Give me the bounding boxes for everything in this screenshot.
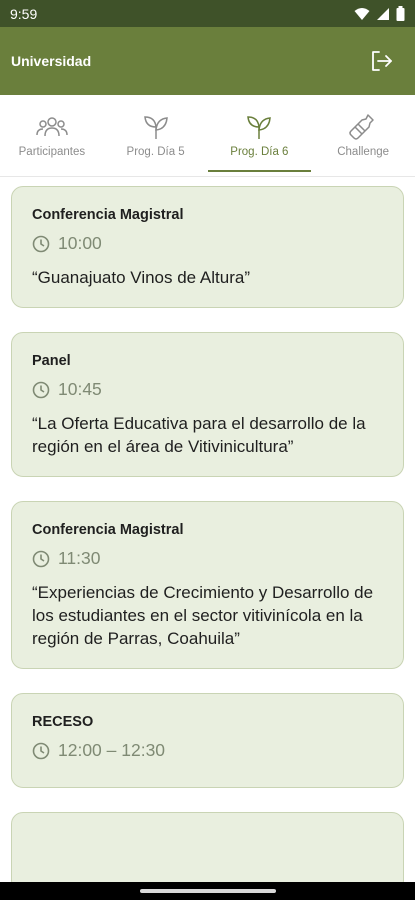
status-bar: 9:59 [0, 0, 415, 27]
event-title: “Experiencias de Crecimiento y Desarroll… [32, 583, 374, 648]
event-type: Conferencia Magistral [32, 207, 184, 223]
clock-icon [32, 550, 50, 567]
event-time: 12:00 – 12:30 [58, 740, 166, 760]
event-time: 10:45 [58, 379, 102, 399]
logout-button[interactable] [369, 48, 395, 74]
tab-label: Challenge [337, 145, 390, 158]
app-bar: Universidad [0, 27, 415, 95]
tab-challenge[interactable]: Challenge [311, 95, 415, 176]
clock-icon [32, 742, 50, 759]
status-time: 9:59 [10, 5, 38, 22]
status-icons [354, 6, 405, 21]
event-title: “Guanajuato Vinos de Altura” [32, 268, 250, 287]
event-card[interactable] [11, 812, 404, 882]
event-time: 11:30 [58, 548, 101, 568]
tab-prog-dia-6[interactable]: Prog. Día 6 [207, 95, 312, 176]
battery-icon [396, 6, 405, 21]
event-time-row: 11:30 [32, 548, 383, 569]
event-card[interactable]: Panel 10:45 “La Oferta Educativa para el… [11, 332, 404, 477]
event-card[interactable]: Conferencia Magistral 10:00 “Guanajuato … [11, 186, 404, 308]
signal-icon [377, 7, 389, 20]
event-time-row: 10:00 [32, 233, 383, 254]
sprout-icon [143, 115, 168, 139]
wine-bottle-icon [349, 113, 374, 140]
clock-icon [32, 235, 50, 252]
logout-icon [372, 51, 392, 71]
event-type: Panel [32, 353, 71, 369]
event-time-row: 12:00 – 12:30 [32, 740, 383, 761]
event-title: “La Oferta Educativa para el desarrollo … [32, 414, 366, 456]
event-time-row: 10:45 [32, 379, 383, 400]
sprout-icon [247, 115, 272, 139]
wifi-icon [354, 7, 370, 20]
tab-bar: Participantes Prog. Día 5 Prog. Día 6 Ch… [0, 95, 415, 177]
event-time: 10:00 [58, 233, 102, 253]
app-title: Universidad [11, 53, 92, 69]
event-type: Conferencia Magistral [32, 522, 184, 538]
clock-icon [32, 381, 50, 398]
schedule-list[interactable]: Conferencia Magistral 10:00 “Guanajuato … [0, 177, 415, 882]
home-handle[interactable] [139, 889, 276, 893]
system-nav-bar [0, 882, 415, 900]
tab-participantes[interactable]: Participantes [0, 95, 104, 176]
event-card[interactable]: RECESO 12:00 – 12:30 [11, 693, 404, 788]
tab-label: Prog. Día 5 [126, 145, 185, 158]
tab-label: Participantes [18, 145, 86, 158]
tab-prog-dia-5[interactable]: Prog. Día 5 [104, 95, 208, 176]
event-card[interactable]: Conferencia Magistral 11:30 “Experiencia… [11, 501, 404, 669]
tab-label: Prog. Día 6 [230, 145, 289, 158]
people-icon [36, 116, 68, 136]
event-type: RECESO [32, 714, 94, 730]
